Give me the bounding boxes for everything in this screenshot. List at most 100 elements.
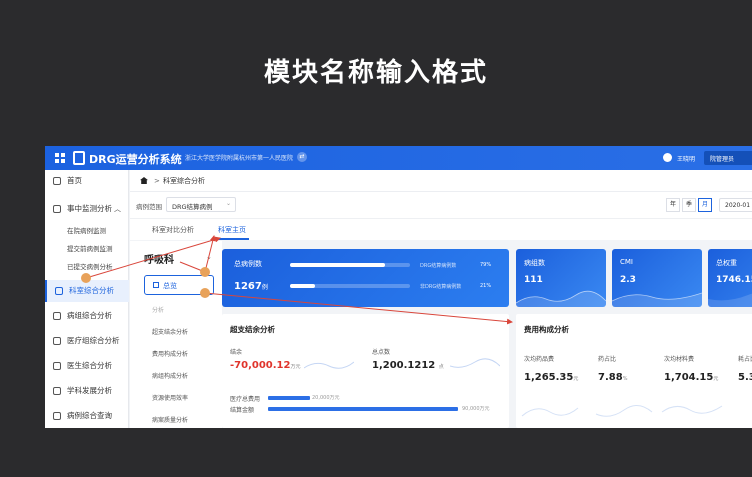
case-scope-value: DRG结算病例 (172, 203, 213, 211)
dept-subnav: 呼吸科 ⌄ 总览 分析 超支结余分析 费用构成分析 病组构成分析 资源使用效率 … (130, 241, 222, 428)
points-value: 1,200.1212 点 (372, 360, 444, 371)
overspend-panel: 超支结余分析 结余 -70,000.12万元 总点数 1,200.1212 点 … (222, 314, 509, 428)
group-count-value: 111 (524, 275, 543, 285)
tab-dept-home[interactable]: 科室主页 (218, 225, 246, 235)
material-cost-unit: 元 (713, 376, 719, 382)
balance-value: -70,000.12万元 (230, 360, 300, 371)
drug-ratio-label: 药占比 (598, 356, 617, 363)
query-icon (53, 412, 61, 420)
sidebar-item-label: 科室综合分析 (69, 286, 114, 295)
total-weight-sparkline (708, 293, 752, 307)
drug-cost-label: 次均药品费 (524, 356, 555, 363)
points-sparkline (450, 358, 500, 368)
drg-cases-bar-fill (290, 263, 385, 267)
period-year-button[interactable]: 年 (666, 198, 680, 212)
sidebar-item-label: 学科发展分析 (67, 386, 112, 395)
cmi-value: 2.3 (620, 275, 636, 285)
dept-name: 呼吸科 (144, 255, 174, 266)
discipline-icon (53, 387, 61, 395)
sidebar-item-doctor-analysis[interactable]: 医生综合分析 (45, 355, 129, 377)
material-ratio-number: 5.34 (738, 372, 752, 383)
sidebar-item-label: 病组综合分析 (67, 311, 112, 320)
sidebar-item-label: 医疗组综合分析 (67, 336, 120, 345)
sidebar-item-label: 病例综合查询 (67, 411, 112, 420)
sidebar-item-group-analysis[interactable]: 病组综合分析 (45, 305, 129, 327)
sidebar-item-submitted[interactable]: 已提交病例分析 (45, 259, 129, 276)
settlement-bar (268, 407, 458, 411)
cmi-label: CMI (620, 258, 633, 266)
case-scope-select[interactable]: DRG结算病例 ⌄ (166, 197, 236, 212)
balance-unit: 万元 (290, 364, 301, 370)
balance-sparkline (304, 361, 354, 369)
app-screenshot: DRG运营分析系统 浙江大学医学院附属杭州市第一人民医院 ⇄ 王晓明 院管理员 … (45, 146, 752, 428)
balance-number: -70,000.12 (230, 360, 291, 371)
role-select[interactable]: 院管理员 (704, 151, 752, 165)
top-bar: DRG运营分析系统 浙江大学医学院附属杭州市第一人民医院 ⇄ 王晓明 院管理员 (45, 146, 752, 170)
chevron-down-icon[interactable]: ⌄ (206, 253, 212, 261)
department-icon (55, 287, 63, 295)
apps-grid-icon[interactable] (55, 153, 65, 163)
drug-ratio-unit: % (622, 376, 628, 382)
material-cost-number: 1,704.15 (664, 372, 714, 383)
subnav-item-efficiency[interactable]: 资源使用效率 (152, 393, 188, 402)
switch-hospital-icon[interactable]: ⇄ (297, 152, 307, 162)
material-ratio-label: 耗占比 (738, 356, 752, 363)
points-number: 1,200.1212 (372, 360, 436, 371)
user-name[interactable]: 王晓明 (677, 154, 695, 163)
sidebar-item-team-analysis[interactable]: 医疗组综合分析 (45, 330, 129, 352)
user-avatar-icon[interactable] (663, 153, 672, 162)
sidebar-item-label: 事中监测分析 (67, 204, 112, 213)
overview-icon (153, 282, 159, 288)
sidebar-item-home[interactable]: 首页 (45, 170, 129, 192)
drug-cost-value: 1,265.35元 (524, 372, 578, 383)
sidebar-item-pre-submit[interactable]: 提交前病例监测 (45, 241, 129, 258)
home-icon[interactable] (140, 177, 148, 184)
settlement-value: 90,000万元 (462, 406, 490, 412)
filter-bar: 病例范围 DRG结算病例 ⌄ 年 季 月 2020-01 - 2 (130, 192, 752, 218)
group-icon (53, 312, 61, 320)
total-weight-label: 总权重 (716, 259, 737, 267)
non-drg-cases-bar (290, 284, 410, 288)
subnav-section-analysis: 分析 (152, 307, 165, 314)
total-cases-card: 总病例数 1267例 DRG结算病例数 79% 非DRG结算病例数 21% (222, 249, 509, 307)
sidebar-item-case-query[interactable]: 病例综合查询 (45, 405, 129, 427)
subnav-item-cost[interactable]: 费用构成分析 (152, 349, 188, 358)
slide-title: 模块名称输入格式 (263, 58, 488, 88)
overspend-title: 超支结余分析 (230, 325, 275, 334)
drug-ratio-value: 7.88% (598, 372, 627, 383)
points-label: 总点数 (372, 349, 391, 356)
sidebar-item-label: 医生综合分析 (67, 361, 112, 370)
date-from-value: 2020-01 (725, 202, 751, 209)
sidebar-item-dept-analysis[interactable]: 科室综合分析 (45, 280, 129, 302)
breadcrumb-current: 科室综合分析 (163, 177, 205, 185)
material-ratio-value: 5.34 (738, 372, 752, 383)
sidebar-item-inpatient[interactable]: 在院病例监测 (45, 223, 129, 240)
sidebar-item-monitoring[interactable]: 事中监测分析 ︿ (45, 198, 129, 220)
date-from-input[interactable]: 2020-01 (719, 198, 752, 212)
sidebar: 首页 事中监测分析 ︿ 在院病例监测 提交前病例监测 已提交病例分析 科室综合分… (45, 170, 129, 428)
subnav-item-group[interactable]: 病组构成分析 (152, 371, 188, 380)
period-quarter-button[interactable]: 季 (682, 198, 696, 212)
period-month-button[interactable]: 月 (698, 198, 712, 212)
subnav-overview[interactable]: 总览 (144, 275, 214, 295)
non-drg-cases-bar-fill (290, 284, 316, 288)
medical-cost-value: 20,000万元 (312, 395, 340, 401)
breadcrumb: > 科室综合分析 (130, 170, 752, 192)
app-logo-icon (73, 151, 85, 165)
subnav-item-quality[interactable]: 病案质量分析 (152, 415, 188, 424)
total-weight-card: 总权重 1746.15 (708, 249, 752, 307)
cmi-card: CMI 2.3 (612, 249, 702, 307)
sidebar-item-discipline[interactable]: 学科发展分析 (45, 380, 129, 402)
tab-dept-compare[interactable]: 科室对比分析 (152, 225, 194, 235)
drug-cost-unit: 元 (573, 376, 579, 382)
total-cases-label: 总病例数 (234, 260, 262, 268)
subnav-item-overspend[interactable]: 超支结余分析 (152, 327, 188, 336)
main-content: 总病例数 1267例 DRG结算病例数 79% 非DRG结算病例数 21% 病组… (222, 241, 752, 428)
total-weight-value: 1746.15 (716, 275, 752, 285)
cmi-sparkline (612, 292, 702, 307)
group-count-label: 病组数 (524, 259, 545, 267)
hospital-name: 浙江大学医学院附属杭州市第一人民医院 (185, 155, 294, 162)
medical-cost-bar (268, 396, 310, 400)
total-cases-value: 1267例 (234, 281, 268, 292)
cost-sparklines (521, 405, 723, 417)
